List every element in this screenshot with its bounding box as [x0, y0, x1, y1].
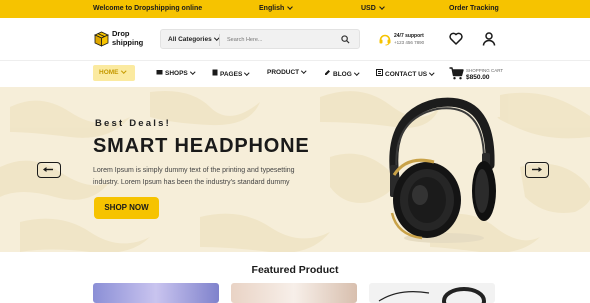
- nav-pages-label: PAGES: [220, 71, 243, 78]
- cart-amount: $850.00: [466, 74, 490, 81]
- chevron-down-icon: [287, 3, 294, 10]
- hero-banner: Best Deals! SMART HEADPHONE Lorem Ipsum …: [0, 87, 590, 252]
- prev-slide-button[interactable]: [37, 162, 61, 178]
- search-bar: All Categories: [160, 29, 360, 49]
- shop-icon: [156, 70, 163, 75]
- headphone-product-image: [389, 97, 496, 243]
- search-divider: [219, 34, 220, 46]
- headset-icon: [379, 34, 391, 46]
- nav-product-label: PRODUCT: [267, 69, 300, 76]
- nav-contact-label: CONTACT US: [385, 71, 428, 78]
- arrow-left-icon: [43, 167, 53, 172]
- nav-home-label: HOME: [99, 69, 119, 76]
- chevron-down-icon: [301, 68, 307, 74]
- chevron-down-icon: [429, 70, 435, 76]
- hero-description: Lorem Ipsum is simply dummy text of the …: [93, 167, 295, 186]
- logo-line2: shipping: [112, 38, 144, 47]
- logo-line1: Drop: [112, 29, 130, 38]
- featured-section-title: Featured Product: [251, 264, 339, 276]
- chevron-down-icon: [378, 3, 385, 10]
- language-label: English: [259, 5, 285, 12]
- main-nav: HOME SHOPS PAGES PRODUCT BLOG CONTACT US…: [0, 61, 590, 87]
- top-bar: Welcome to Dropshipping online English U…: [0, 0, 590, 18]
- logo[interactable]: Drop shipping: [92, 28, 144, 52]
- box-logo-icon: [94, 31, 109, 47]
- search-icon[interactable]: [341, 35, 350, 44]
- nav-item-blog[interactable]: BLOG: [324, 69, 360, 78]
- nav-item-home[interactable]: HOME: [93, 65, 135, 81]
- featured-product-card[interactable]: [231, 283, 357, 303]
- contact-icon: [376, 69, 383, 76]
- featured-product-card[interactable]: [93, 283, 219, 303]
- next-slide-button[interactable]: [525, 162, 549, 178]
- nav-blog-label: BLOG: [333, 71, 352, 78]
- heart-icon[interactable]: [449, 32, 463, 45]
- nav-item-pages[interactable]: PAGES: [212, 69, 250, 78]
- chevron-down-icon: [244, 70, 250, 76]
- pages-icon: [212, 69, 218, 76]
- shop-now-button[interactable]: SHOP NOW: [94, 197, 159, 219]
- nav-item-product[interactable]: PRODUCT: [267, 68, 307, 76]
- featured-product-card[interactable]: [369, 283, 495, 303]
- nav-item-shops[interactable]: SHOPS: [156, 69, 195, 77]
- currency-select[interactable]: USD: [361, 3, 385, 12]
- language-select[interactable]: English: [259, 3, 294, 12]
- category-select[interactable]: All Categories: [168, 35, 219, 43]
- arrow-right-icon: [532, 167, 542, 172]
- user-icon[interactable]: [482, 32, 496, 46]
- currency-label: USD: [361, 5, 376, 12]
- hero-eyebrow: Best Deals!: [95, 118, 171, 129]
- header: Drop shipping All Categories 24/7 suppor…: [0, 18, 590, 61]
- search-input[interactable]: [227, 33, 332, 46]
- hero-title: SMART HEADPHONE: [93, 135, 310, 157]
- cart-button[interactable]: SHOPPING CART $850.00: [449, 67, 503, 85]
- welcome-text: Welcome to Dropshipping online: [93, 5, 203, 12]
- blog-icon: [325, 70, 330, 75]
- cart-label: SHOPPING CART: [466, 68, 504, 73]
- order-tracking-link[interactable]: Order Tracking: [449, 5, 499, 12]
- nav-item-contact[interactable]: CONTACT US: [376, 69, 435, 78]
- category-label: All Categories: [168, 36, 212, 43]
- support-phone: +123 456 7890: [394, 40, 425, 45]
- nav-shops-label: SHOPS: [165, 70, 188, 77]
- cart-icon: [449, 67, 464, 80]
- chevron-down-icon: [190, 69, 195, 75]
- headphone-thumbnail-image: [378, 287, 486, 303]
- chevron-down-icon: [120, 68, 126, 74]
- support-info: 24/7 support +123 456 7890: [378, 31, 458, 49]
- chevron-down-icon: [354, 70, 360, 76]
- support-title: 24/7 support: [394, 33, 424, 39]
